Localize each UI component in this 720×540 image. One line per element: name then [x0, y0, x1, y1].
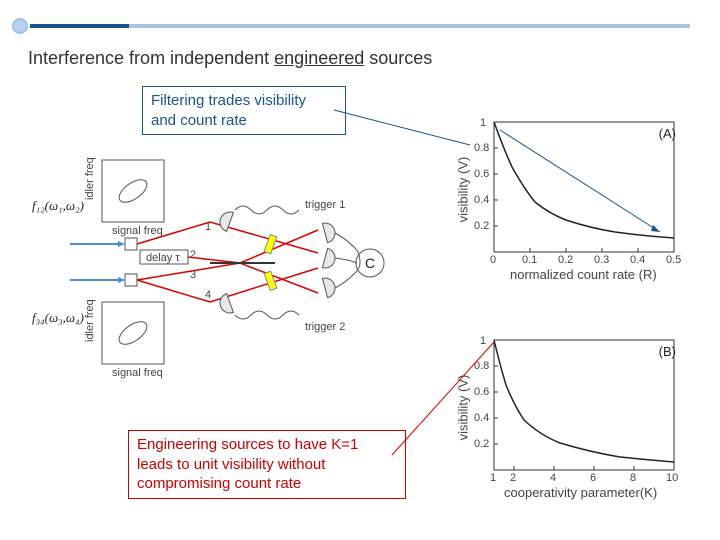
xlabel-b: cooperativity parameter(K) [504, 485, 657, 500]
svg-text:2: 2 [190, 249, 196, 261]
detector-3 [322, 248, 337, 270]
panel-label-a: (A) [659, 126, 676, 141]
ylabel-a: visibility (V) [455, 157, 470, 223]
jsa-box-top [102, 160, 164, 222]
title-underlined: engineered [274, 48, 364, 68]
jsa-box-bottom [102, 302, 164, 364]
title-pre: Interference from independent [28, 48, 274, 68]
svg-text:trigger 1: trigger 1 [305, 199, 345, 211]
detector-2 [322, 221, 337, 243]
xlabel-a: normalized count rate (R) [510, 267, 657, 282]
page-title: Interference from independent engineered… [28, 48, 432, 69]
detector-5 [217, 294, 233, 316]
ylabel-b: visibility (V) [455, 375, 470, 441]
joint-spectral-label-34: f₃₄(ω₃,ω₄) [32, 310, 84, 325]
svg-text:trigger 2: trigger 2 [305, 321, 345, 333]
slide-logo-icon [12, 18, 28, 34]
panel-label-b: (B) [659, 344, 676, 359]
svg-text:idler freq: idler freq [84, 157, 96, 200]
svg-text:4: 4 [205, 289, 211, 301]
joint-spectral-label-12: f₁₂(ω₁,ω₂) [32, 198, 84, 213]
svg-text:signal freq: signal freq [112, 225, 163, 237]
detector-4 [322, 276, 337, 298]
svg-text:signal freq: signal freq [112, 367, 163, 379]
svg-text:delay τ: delay τ [146, 252, 180, 264]
header-rule [30, 24, 690, 28]
callout-filtering: Filtering trades visibility and count ra… [142, 86, 346, 135]
plot-a: (A) visibility (V) normalized count rate… [450, 112, 690, 292]
experiment-schematic: f₁₂(ω₁,ω₂) f₃₄(ω₃,ω₄) idler freq signal … [30, 150, 420, 380]
plot-b: (B) visibility (V) cooperativity paramet… [450, 330, 690, 510]
callout-engineering: Engineering sources to have K=1 leads to… [128, 430, 406, 499]
svg-text:idler freq: idler freq [84, 299, 96, 342]
svg-text:C: C [365, 255, 375, 271]
title-post: sources [364, 48, 432, 68]
